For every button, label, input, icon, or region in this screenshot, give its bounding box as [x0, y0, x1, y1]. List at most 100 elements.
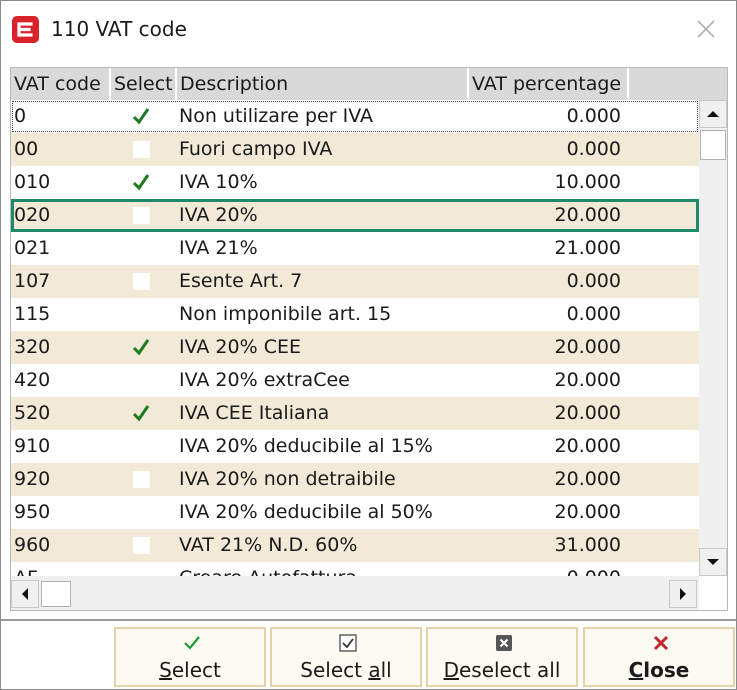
checkbox-empty-icon [133, 504, 150, 521]
table-row[interactable]: 020 IVA 20% 20.000 [11, 199, 699, 232]
vat-code-cell: 115 [14, 303, 51, 325]
vat-code-grid: VAT code Select Description VAT percenta… [10, 67, 728, 611]
select-cell[interactable] [111, 199, 175, 232]
vat-percentage-cell: 31.000 [554, 534, 621, 556]
vat-code-cell: 010 [14, 171, 51, 193]
vat-percentage-cell: 20.000 [554, 468, 621, 490]
checkbox-empty-icon [133, 537, 150, 554]
vat-percentage-cell: 10.000 [554, 171, 621, 193]
horizontal-scrollbar[interactable] [11, 576, 699, 610]
vat-code-cell: 320 [14, 336, 51, 358]
vat-code-cell: 020 [14, 204, 51, 226]
table-row[interactable]: AF Creare Autofattura0.000 [11, 562, 699, 576]
vat-percentage-cell: 0.000 [566, 270, 621, 292]
table-row[interactable]: 0 Non utilizare per IVA 0.000 [11, 100, 699, 133]
vat-code-cell: 420 [14, 369, 51, 391]
select-cell[interactable] [111, 100, 175, 133]
arrow-left-icon [22, 588, 28, 600]
description-cell: Esente Art. 7 [179, 270, 303, 292]
column-header-vat-code[interactable]: VAT code [11, 68, 111, 100]
vat-percentage-cell: 0.000 [566, 303, 621, 325]
table-row[interactable]: 420 IVA 20% extraCee 20.000 [11, 364, 699, 397]
scroll-right-button[interactable] [669, 580, 697, 608]
select-cell[interactable] [111, 364, 175, 397]
close-icon [653, 635, 669, 651]
select-cell[interactable] [111, 496, 175, 529]
select-cell[interactable] [111, 166, 175, 199]
select-cell[interactable] [111, 298, 175, 331]
vat-percentage-cell: 20.000 [554, 501, 621, 523]
vat-code-cell: 00 [14, 138, 39, 160]
grid-body: 0 Non utilizare per IVA 0.000 00 Fuori campo… [11, 100, 699, 576]
table-row[interactable]: 010 IVA 10% 10.000 [11, 166, 699, 199]
table-row[interactable]: 00 Fuori campo IVA 0.000 [11, 133, 699, 166]
footer-divider [1, 619, 736, 621]
deselect-all-button[interactable]: Deselect all [426, 627, 578, 687]
checkbox-empty-icon [133, 372, 150, 389]
select-cell[interactable] [111, 397, 175, 430]
vertical-scrollbar[interactable] [699, 100, 727, 576]
column-header-description[interactable]: Description [177, 68, 469, 100]
vertical-scroll-thumb[interactable] [700, 130, 726, 160]
table-row[interactable]: 107 Esente Art. 7 0.000 [11, 265, 699, 298]
checkbox-empty-icon [133, 240, 150, 257]
scroll-down-button[interactable] [699, 548, 727, 576]
window-close-icon[interactable] [695, 18, 717, 40]
checkbox-empty-icon [133, 438, 150, 455]
vat-percentage-cell: 21.000 [554, 237, 621, 259]
select-all-button[interactable]: Select all [270, 627, 422, 687]
arrow-up-icon [707, 111, 719, 117]
vat-code-cell: 0 [14, 105, 27, 127]
arrow-down-icon [707, 559, 719, 565]
select-cell[interactable] [111, 430, 175, 463]
description-cell: IVA 20% deducibile al 15% [179, 435, 433, 457]
select-all-button-label: Select all [300, 658, 392, 682]
scroll-up-button[interactable] [699, 100, 727, 128]
select-cell[interactable] [111, 463, 175, 496]
select-cell[interactable] [111, 562, 175, 576]
table-row[interactable]: 021 IVA 21% 21.000 [11, 232, 699, 265]
table-row[interactable]: 950 IVA 20% deducibile al 50% 20.000 [11, 496, 699, 529]
description-cell: IVA 10% [179, 171, 258, 193]
column-header-filler [629, 68, 727, 100]
checkmark-icon [132, 174, 150, 191]
checkbox-empty-icon [133, 306, 150, 323]
checkbox-empty-icon [133, 207, 150, 224]
vat-code-cell: AF [14, 562, 110, 576]
description-cell: Creare Autofattura [179, 562, 469, 576]
vat-percentage-cell: 0.000 [469, 562, 623, 576]
checkmark-icon [132, 339, 150, 356]
vat-percentage-cell: 20.000 [554, 336, 621, 358]
column-header-vat-percentage[interactable]: VAT percentage [469, 68, 629, 100]
select-cell[interactable] [111, 133, 175, 166]
table-row[interactable]: 320 IVA 20% CEE 20.000 [11, 331, 699, 364]
scroll-left-button[interactable] [11, 580, 39, 608]
select-cell[interactable] [111, 232, 175, 265]
checkmark-icon [132, 108, 150, 125]
table-row[interactable]: 115 Non imponibile art. 15 0.000 [11, 298, 699, 331]
vat-code-cell: 950 [14, 501, 51, 523]
grid-header: VAT code Select Description VAT percenta… [11, 68, 727, 100]
vat-code-cell: 960 [14, 534, 51, 556]
close-button[interactable]: Close [583, 627, 735, 687]
select-cell[interactable] [111, 265, 175, 298]
vat-percentage-cell: 20.000 [554, 435, 621, 457]
description-cell: VAT 21% N.D. 60% [179, 534, 358, 556]
horizontal-scroll-thumb[interactable] [41, 581, 71, 607]
column-header-select[interactable]: Select [111, 68, 177, 100]
description-cell: IVA 21% [179, 237, 258, 259]
checkmark-icon [132, 405, 150, 422]
select-button[interactable]: Select [114, 627, 266, 687]
vat-percentage-cell: 0.000 [566, 105, 621, 127]
vat-code-cell: 920 [14, 468, 51, 490]
close-button-label: Close [628, 658, 690, 682]
table-row[interactable]: 920 IVA 20% non detraibile 20.000 [11, 463, 699, 496]
scrollbar-corner [699, 576, 727, 610]
select-cell[interactable] [111, 529, 175, 562]
vat-code-cell: 107 [14, 270, 51, 292]
table-row[interactable]: 910 IVA 20% deducibile al 15% 20.000 [11, 430, 699, 463]
select-cell[interactable] [111, 331, 175, 364]
table-row[interactable]: 960 VAT 21% N.D. 60% 31.000 [11, 529, 699, 562]
table-row[interactable]: 520 IVA CEE Italiana 20.000 [11, 397, 699, 430]
description-cell: Fuori campo IVA [179, 138, 333, 160]
